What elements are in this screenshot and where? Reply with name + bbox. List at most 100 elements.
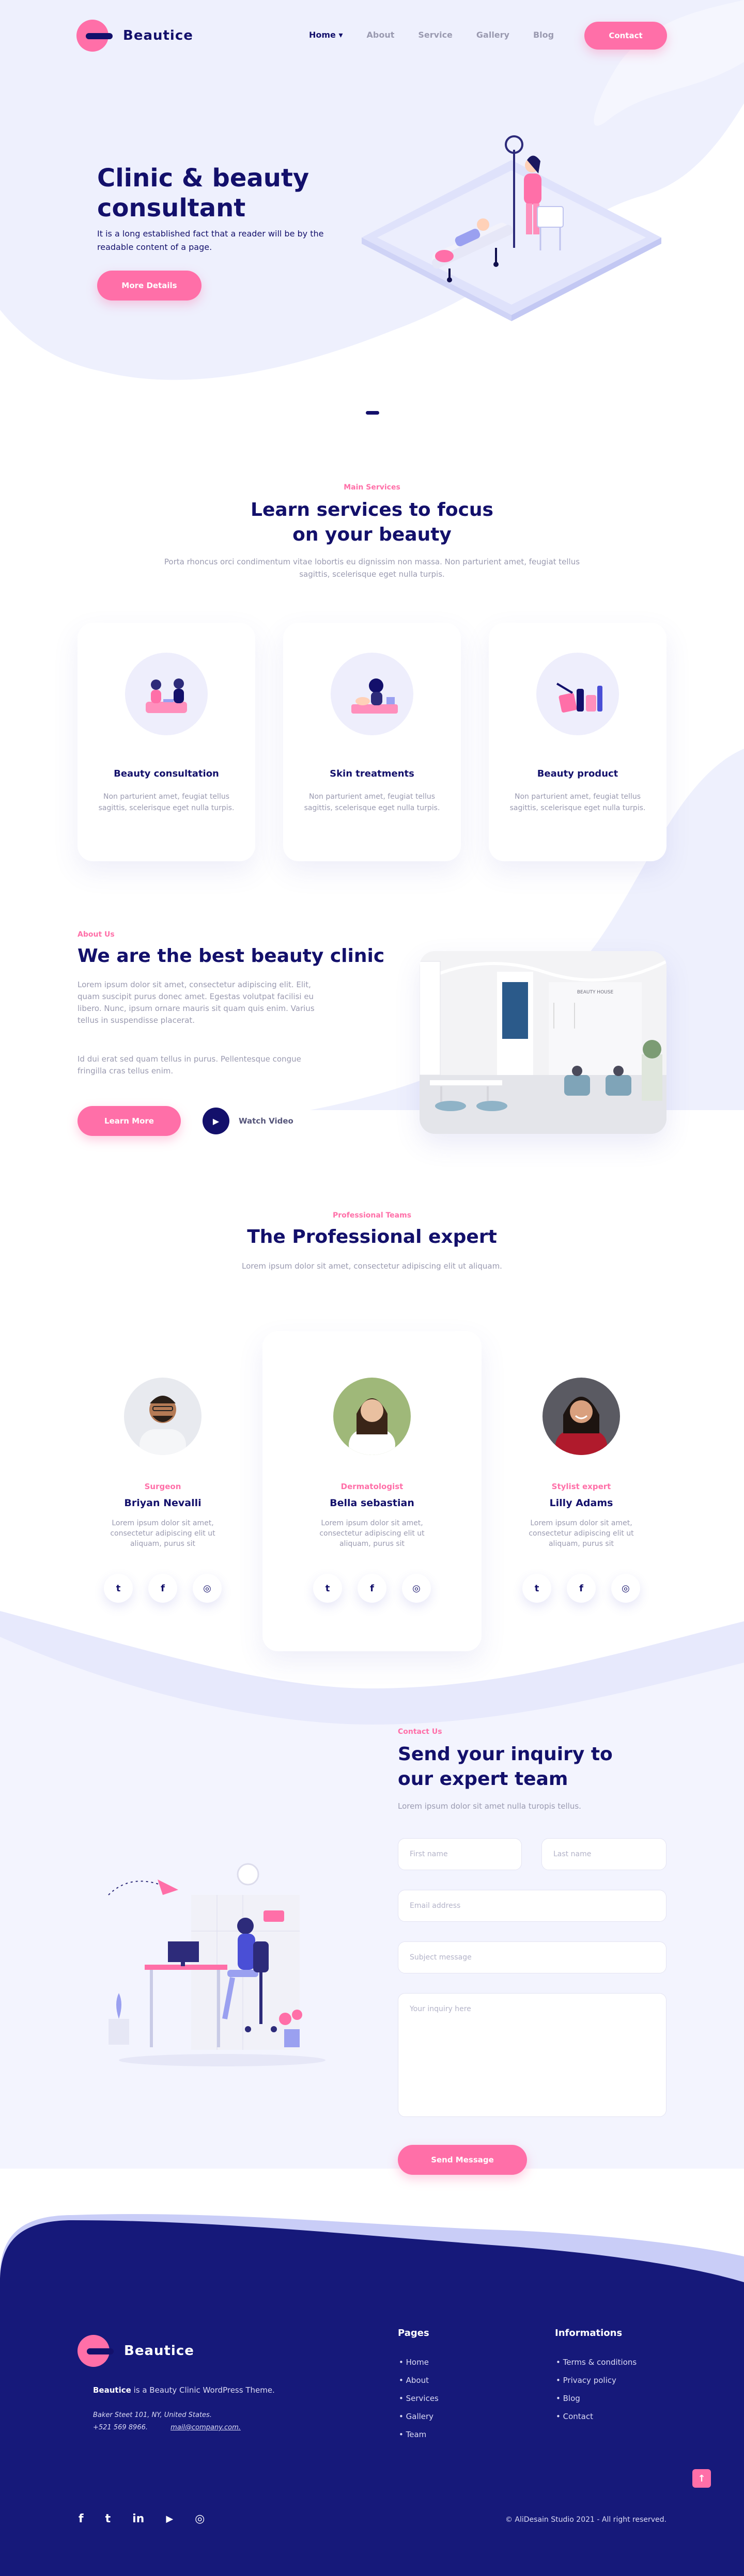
contact-illustration [108,1863,326,2066]
twitter-icon[interactable]: t [105,2512,111,2525]
facebook-icon[interactable]: f [567,1574,596,1603]
about-title: We are the best beauty clinic [78,945,385,967]
footer-link-gallery[interactable]: Gallery [399,2408,439,2426]
footer-link-blog[interactable]: Blog [556,2390,637,2408]
nav-item-gallery[interactable]: Gallery [476,30,509,40]
member-role: Surgeon [144,1482,181,1491]
footer-email-link[interactable]: mail@company.com. [171,2424,241,2431]
beauty-product-illustration [536,653,619,735]
inquiry-textarea[interactable] [398,1993,667,2117]
avatar [542,1378,620,1455]
beauty-product-icon [556,683,602,713]
footer-tagline-text: is a Beauty Clinic WordPress Theme. [131,2385,275,2395]
service-card-consultation[interactable]: Beauty consultation Non parturient amet,… [78,623,255,861]
nav-item-service[interactable]: Service [418,30,453,40]
services-eyebrow: Main Services [344,483,400,492]
footer-contact: +521 569 8966. mail@company.com. [93,2424,241,2431]
hero-title-line1: Clinic & beauty [97,164,309,193]
member-name: Bella sebastian [330,1497,414,1509]
nav-item-home[interactable]: Home ▾ [309,30,343,40]
member-socials: t f ◎ [262,1574,482,1603]
about-paragraph-2: Id dui erat sed quam tellus in purus. Pe… [78,1054,301,1076]
footer-link-team[interactable]: Team [399,2426,439,2444]
services-title-line1: Learn services to focus [251,499,493,520]
logo-icon [76,20,113,52]
member-name: Lilly Adams [549,1497,613,1509]
footer-address: Baker Steet 101, NY, United States. [93,2411,212,2419]
service-description: Non parturient amet, feugiat tellus sagi… [509,793,646,812]
hero-title-line2: consultant [97,194,246,223]
brand-logo[interactable]: Beautice [76,20,193,52]
footer-phone: +521 569 8966. [93,2424,148,2431]
footer-link-privacy[interactable]: Privacy policy [556,2372,637,2390]
clinic-photo: BEAUTY HOUSE [420,951,667,1134]
contact-title: Send your inquiry to our expert team [398,1742,667,1792]
footer-link-about[interactable]: About [399,2372,439,2390]
service-card-product[interactable]: Beauty product Non parturient amet, feug… [489,623,667,861]
footer-info-title: Informations [555,2328,623,2338]
consultation-illustration [125,653,208,735]
service-card-skin[interactable]: Skin treatments Non parturient amet, feu… [283,623,461,861]
team-title: The Professional expert [247,1226,497,1247]
team-member-card: Stylist expert Lilly Adams Lorem ipsum d… [496,1331,667,1651]
twitter-icon[interactable]: t [313,1574,342,1603]
avatar-image [124,1378,202,1455]
subject-field[interactable] [398,1941,667,1973]
about-eyebrow: About Us [78,930,115,939]
service-title: Skin treatments [330,768,414,779]
logo-icon [78,2335,114,2367]
skin-treatment-icon [351,678,398,714]
nav-item-about[interactable]: About [367,30,395,40]
contact-title-line2: our expert team [398,1768,568,1790]
instagram-icon[interactable]: ◎ [402,1574,431,1603]
skin-treatment-illustration [331,653,413,735]
footer-info-list: Terms & conditions Privacy policy Blog C… [556,2353,637,2426]
avatar [124,1378,202,1455]
member-socials: t f ◎ [496,1574,667,1603]
hero-title: Clinic & beauty consultant [97,163,366,223]
member-role: Dermatologist [340,1482,404,1491]
twitter-icon[interactable]: t [104,1574,133,1603]
clinic-sign-text: BEAUTY HOUSE [577,990,614,995]
play-icon: ▶ [203,1108,229,1134]
footer-pages-title: Pages [398,2328,429,2338]
avatar-image [542,1378,620,1455]
contact-subtitle: Lorem ipsum dolor sit amet nulla turopis… [398,1801,581,1811]
footer-tagline-brand: Beautice [93,2385,131,2395]
more-details-button[interactable]: More Details [97,271,202,301]
scroll-top-button[interactable]: ↑ [692,2469,711,2488]
service-description: Non parturient amet, feugiat tellus sagi… [98,793,235,812]
footer-link-services[interactable]: Services [399,2390,439,2408]
footer-link-terms[interactable]: Terms & conditions [556,2353,637,2372]
facebook-icon[interactable]: f [148,1574,177,1603]
facebook-icon[interactable]: f [79,2512,84,2525]
member-description: Lorem ipsum dolor sit amet, consectetur … [319,1519,425,1548]
nav-item-blog[interactable]: Blog [533,30,554,40]
contact-button[interactable]: Contact [584,22,667,50]
youtube-icon[interactable]: ▶ [166,2514,173,2524]
facebook-icon[interactable]: f [358,1574,386,1603]
member-description: Lorem ipsum dolor sit amet, consectetur … [110,1519,215,1548]
watch-video-link[interactable]: ▶ Watch Video [203,1106,293,1136]
instagram-icon[interactable]: ◎ [195,2512,205,2525]
team-eyebrow: Professional Teams [332,1211,412,1220]
send-message-button[interactable]: Send Message [398,2145,527,2175]
member-description: Lorem ipsum dolor sit amet, consectetur … [529,1519,634,1548]
twitter-icon[interactable]: t [522,1574,551,1603]
chevron-down-icon: ▾ [338,30,343,40]
instagram-icon[interactable]: ◎ [193,1574,222,1603]
footer-link-home[interactable]: Home [399,2353,439,2372]
team-member-card: Surgeon Briyan Nevalli Lorem ipsum dolor… [78,1331,248,1651]
footer-logo[interactable]: Beautice [78,2335,194,2367]
last-name-field[interactable] [541,1838,667,1870]
footer-copyright: © AliDesain Studio 2021 - All right rese… [505,2516,667,2524]
footer-link-contact[interactable]: Contact [556,2408,637,2426]
linkedin-icon[interactable]: in [132,2512,144,2525]
avatar [333,1378,411,1455]
slider-indicator[interactable] [366,411,379,415]
first-name-field[interactable] [398,1838,522,1870]
member-name: Briyan Nevalli [124,1497,202,1509]
email-field[interactable] [398,1890,667,1922]
instagram-icon[interactable]: ◎ [611,1574,640,1603]
learn-more-button[interactable]: Learn More [78,1106,181,1136]
